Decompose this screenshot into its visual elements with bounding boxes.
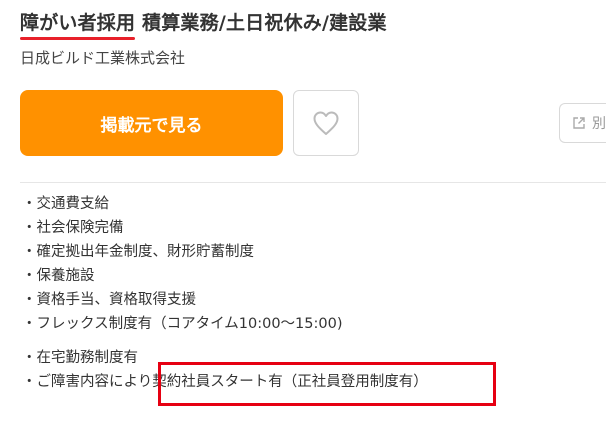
- list-item: ・フレックス制度有（コアタイム10:00～15:00): [22, 316, 343, 332]
- external-link-icon: [573, 117, 585, 129]
- open-new-tab-button[interactable]: 別: [559, 103, 606, 143]
- list-item: ・資格手当、資格取得支援: [22, 292, 196, 308]
- company-name[interactable]: 日成ビルド工業株式会社: [20, 47, 185, 68]
- job-title-text: 積算業務/土日祝休み/建設業: [142, 12, 387, 34]
- list-item: ・社会保険完備: [22, 220, 124, 236]
- list-item: ・交通費支給: [22, 196, 109, 212]
- view-source-button[interactable]: 掲載元で見る: [20, 90, 283, 156]
- list-item: ・確定拠出年金制度、財形貯蓄制度: [22, 244, 254, 260]
- favorite-button[interactable]: [293, 90, 359, 156]
- heart-icon: [313, 111, 339, 135]
- disability-hiring-tag: 障がい者採用: [20, 8, 136, 40]
- section-divider: [20, 182, 606, 183]
- list-item: ・保養施設: [22, 268, 95, 284]
- job-title: 障がい者採用 積算業務/土日祝休み/建設業: [20, 8, 387, 40]
- open-new-tab-label: 別: [592, 116, 606, 132]
- highlight-annotation-box: [158, 362, 496, 406]
